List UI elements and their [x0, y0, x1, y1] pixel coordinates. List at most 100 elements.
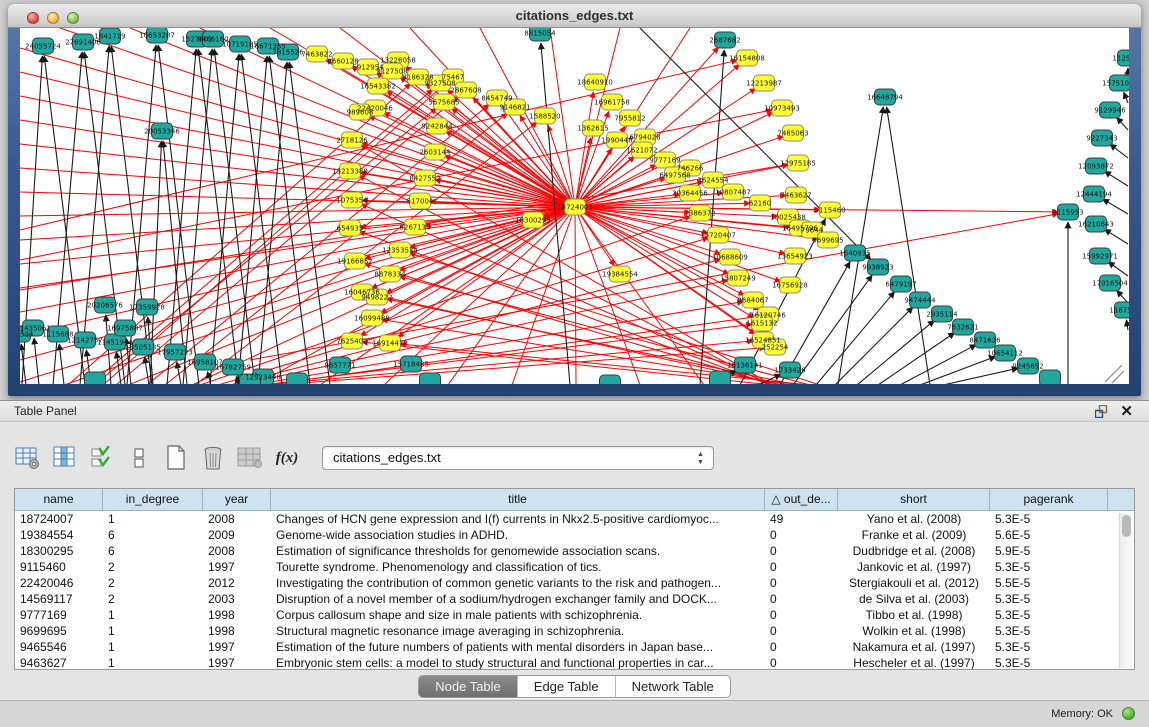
table-row[interactable]: 1830029562008Estimation of significance …: [15, 543, 1134, 559]
scrollbar-thumb[interactable]: [1122, 515, 1131, 537]
rows-icon[interactable]: [125, 444, 153, 472]
column-header-year[interactable]: year: [203, 489, 271, 510]
table-cell: 9699695: [15, 623, 103, 639]
graph-node-label: 16120746: [750, 311, 786, 319]
graph-node-label: 9699695: [812, 236, 843, 244]
table-row[interactable]: 946554611997Estimation of the future num…: [15, 639, 1134, 655]
new-file-icon[interactable]: [162, 444, 190, 472]
table-disabled-icon[interactable]: [236, 444, 264, 472]
graph-node-label: 15751074: [1102, 79, 1129, 87]
network-canvas[interactable]: 2405572427691406184171910653287152760264…: [20, 28, 1129, 384]
column-header-title[interactable]: title: [271, 489, 765, 510]
graph-node-label: 15992971: [1082, 252, 1118, 260]
graph-node-label: 75467: [442, 73, 464, 81]
graph-node-label: 1362615: [577, 124, 608, 132]
graph-node-label: 12444194: [1076, 190, 1112, 198]
column-header-in_degree[interactable]: in_degree: [103, 489, 203, 510]
table-cell: Estimation of the future numbers of pati…: [271, 639, 765, 655]
graph-node-label: 9227343: [1086, 134, 1117, 142]
tab-network-table[interactable]: Network Table: [616, 676, 730, 697]
table-cell: 1: [103, 607, 203, 623]
tab-edge-table[interactable]: Edge Table: [518, 676, 616, 697]
graph-node-label: 3624554: [697, 176, 729, 184]
graph-node-label: 13654923: [777, 252, 813, 260]
graph-node-label: 6479197: [885, 280, 916, 288]
close-icon[interactable]: ✕: [1120, 402, 1133, 420]
table-cell: 2008: [203, 511, 271, 527]
graph-node-label: 12353534: [382, 246, 418, 254]
checklist-icon[interactable]: [88, 444, 116, 472]
graph-node-label: 8878334: [374, 270, 406, 278]
table-cell: Yano et al. (2008): [838, 511, 990, 527]
graph-node-label: 7386372: [684, 209, 715, 217]
table-scrollbar[interactable]: [1119, 513, 1132, 668]
column-header-name[interactable]: name: [15, 489, 103, 510]
graph-node-label: 62160: [749, 199, 771, 207]
table-cell: 2012: [203, 575, 271, 591]
graph-node-label: 12093872: [1078, 162, 1114, 170]
graph-node-label: 1125443: [1112, 54, 1129, 62]
table-cell: Tibbo et al. (1998): [838, 607, 990, 623]
table-cell: 5.3E-5: [990, 655, 1108, 670]
table-cell: 1: [103, 639, 203, 655]
float-window-icon[interactable]: [1095, 405, 1109, 418]
table-cell: 1: [103, 655, 203, 670]
memory-status-icon: [1122, 707, 1135, 720]
table-settings-icon[interactable]: [14, 444, 42, 472]
graph-node-label: 10973493: [764, 104, 800, 112]
table-cell: Estimation of significance thresholds fo…: [271, 543, 765, 559]
graph-node-label: 10654112: [987, 349, 1023, 357]
graph-node[interactable]: [85, 372, 106, 384]
combo-stepper-icon: ▲▼: [696, 450, 705, 468]
graph-node-label: 654935: [337, 224, 364, 232]
table-selector[interactable]: citations_edges.txt ▲▼: [322, 446, 714, 470]
column-header-pagerank[interactable]: pagerank: [990, 489, 1108, 510]
graph-node-label: 1588520: [529, 112, 560, 120]
table-row[interactable]: 946362711997Embryonic stem cells: a mode…: [15, 655, 1134, 670]
graph-node-label: 7485063: [777, 129, 808, 137]
column-select-icon[interactable]: [51, 444, 79, 472]
table-row[interactable]: 969969511998Structural magnetic resonanc…: [15, 623, 1134, 639]
table-selector-value: citations_edges.txt: [333, 450, 441, 465]
table-cell: 5.5E-5: [990, 575, 1108, 591]
graph-node-label: 18640910: [577, 78, 613, 86]
column-header-short[interactable]: short: [838, 489, 990, 510]
status-bar: Memory: OK: [0, 700, 1149, 727]
graph-node[interactable]: [420, 373, 441, 384]
graph-node[interactable]: [600, 375, 621, 384]
table-row[interactable]: 2242004622012Investigating the contribut…: [15, 575, 1134, 591]
table-row[interactable]: 1872400712008Changes of HCN gene express…: [15, 511, 1134, 527]
table-cell: 5.6E-5: [990, 527, 1108, 543]
trash-icon[interactable]: [199, 444, 227, 472]
table-row[interactable]: 1456911722003Disruption of a novel membe…: [15, 591, 1134, 607]
table-cell: 9463627: [15, 655, 103, 670]
table-cell: 1998: [203, 607, 271, 623]
graph-node-label: 13505135: [125, 343, 161, 351]
table-cell: 0: [765, 591, 838, 607]
graph-node-label: 9498222: [361, 293, 392, 301]
tab-node-table[interactable]: Node Table: [419, 676, 518, 697]
graph-node-label: 9115953: [1052, 208, 1083, 216]
column-header-out_de[interactable]: △ out_de...: [765, 489, 838, 510]
function-icon[interactable]: f(x): [273, 444, 301, 472]
graph-node[interactable]: [1040, 370, 1061, 384]
network-graph[interactable]: 2405572427691406184171910653287152760264…: [20, 28, 1129, 384]
graph-node-label: 1621072: [626, 146, 657, 154]
graph-node-label: 15807249: [720, 274, 756, 282]
graph-node[interactable]: [710, 371, 731, 384]
graph-node-label: 9938923: [862, 263, 893, 271]
graph-node[interactable]: [287, 373, 308, 384]
table-row[interactable]: 977716911998Corpus callosum shape and si…: [15, 607, 1134, 623]
graph-node-label: 5675685: [428, 98, 459, 106]
graph-node-label: 13213389: [332, 167, 368, 175]
graph-node-label: 24055724: [25, 42, 61, 50]
table-cell: 0: [765, 639, 838, 655]
graph-node-label: 989608: [347, 108, 374, 116]
table-row[interactable]: 1938455462009Genome-wide association stu…: [15, 527, 1134, 543]
table-row[interactable]: 911546021997Tourette syndrome. Phenomeno…: [15, 559, 1134, 575]
table-cell: 5.3E-5: [990, 511, 1108, 527]
window-titlebar[interactable]: citations_edges.txt: [8, 4, 1141, 28]
graph-node-label: 12923448: [245, 373, 281, 381]
table-panel-header: Table Panel ✕: [0, 401, 1149, 422]
table-cell: 2008: [203, 543, 271, 559]
